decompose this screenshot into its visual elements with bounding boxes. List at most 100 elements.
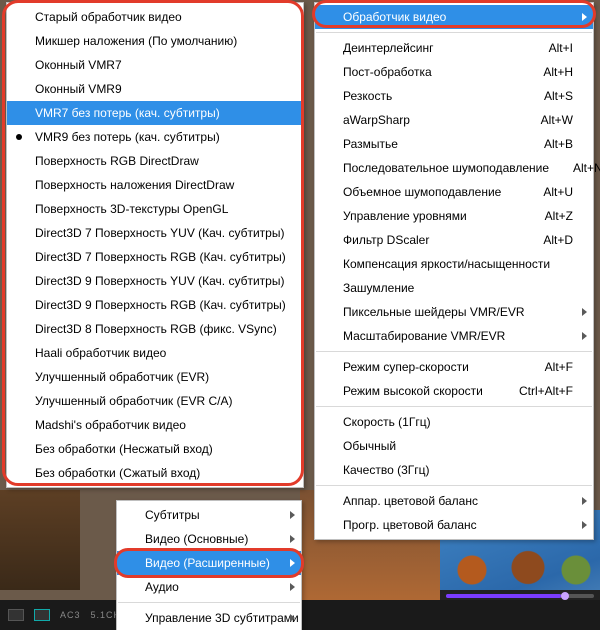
submenu-arrow-icon (290, 614, 295, 622)
menu-item-label: Режим высокой скорости (343, 384, 483, 398)
submenu-arrow-icon (290, 583, 295, 591)
context-menu[interactable]: Субтитры Видео (Основные) Видео (Расширенн… (116, 500, 302, 630)
seek-bar[interactable] (446, 594, 594, 598)
screenshot-stage: AC3 5.1CH 01:59:48 Старый обработчик вид… (0, 0, 600, 630)
menu-shortcut: Alt+W (517, 113, 573, 127)
menu-item-label: Видео (Основные) (145, 532, 248, 546)
menu-item-label: Пост-обработка (343, 65, 432, 79)
seek-knob[interactable] (561, 592, 569, 600)
renderer-item[interactable]: Оконный VMR9 (7, 77, 303, 101)
renderer-item[interactable]: Старый обработчик видео (7, 5, 303, 29)
menu-item-label: Последовательное шумоподавление (343, 161, 549, 175)
renderer-item[interactable]: Поверхность 3D-текстуры OpenGL (7, 197, 303, 221)
menu-item-label: Обработчик видео (343, 10, 446, 24)
renderer-item[interactable]: Direct3D 7 Поверхность YUV (Кач. субтитр… (7, 221, 303, 245)
renderer-item[interactable]: Поверхность RGB DirectDraw (7, 149, 303, 173)
advanced-item[interactable]: Зашумление (315, 276, 593, 300)
renderer-item[interactable]: Улучшенный обработчик (EVR) (7, 365, 303, 389)
menu-item-label: Поверхность наложения DirectDraw (35, 178, 234, 192)
context-item[interactable]: Видео (Основные) (117, 527, 301, 551)
menu-item-label: Direct3D 7 Поверхность RGB (Кач. субтитр… (35, 250, 286, 264)
advanced-item[interactable]: РазмытьеAlt+B (315, 132, 593, 156)
menu-item-label: Direct3D 9 Поверхность YUV (Кач. субтитр… (35, 274, 284, 288)
advanced-item[interactable]: Пиксельные шейдеры VMR/EVR (315, 300, 593, 324)
advanced-item[interactable]: aWarpSharp Alt+W (315, 108, 593, 132)
submenu-arrow-icon (582, 521, 587, 529)
menu-item-label: Видео (Расширенные) (145, 556, 270, 570)
radio-dot-icon (16, 134, 22, 140)
renderer-item[interactable]: Madshi's обработчик видео (7, 413, 303, 437)
menu-shortcut: Alt+D (519, 233, 573, 247)
renderer-item[interactable]: Микшер наложения (По умолчанию) (7, 29, 303, 53)
renderer-item[interactable]: Direct3D 8 Поверхность RGB (фикс. VSync) (7, 317, 303, 341)
advanced-item[interactable]: Аппар. цветовой баланс (315, 489, 593, 513)
menu-item-label: Прогр. цветовой баланс (343, 518, 477, 532)
seek-fill (446, 594, 561, 598)
renderer-item[interactable]: Haali обработчик видео (7, 341, 303, 365)
renderer-item[interactable]: Direct3D 9 Поверхность YUV (Кач. субтитр… (7, 269, 303, 293)
menu-shortcut: Alt+N (549, 161, 600, 175)
renderer-item[interactable]: Оконный VMR7 (7, 53, 303, 77)
advanced-item[interactable]: Обработчик видео (315, 5, 593, 29)
advanced-item[interactable]: Прогр. цветовой баланс (315, 513, 593, 537)
renderer-item[interactable]: Direct3D 7 Поверхность RGB (Кач. субтитр… (7, 245, 303, 269)
menu-item-label: Скорость (1Ггц) (343, 415, 431, 429)
menu-shortcut: Alt+U (519, 185, 573, 199)
menu-item-label: aWarpSharp (343, 113, 410, 127)
advanced-item[interactable]: Пост-обработкаAlt+H (315, 60, 593, 84)
advanced-item[interactable]: Последовательное шумоподавлениеAlt+N (315, 156, 593, 180)
video-advanced-submenu[interactable]: Обработчик видеоДеинтерлейсингAlt+IПост-… (314, 2, 594, 540)
menu-item-label: Без обработки (Сжатый вход) (35, 466, 200, 480)
context-item[interactable]: Аудио (117, 575, 301, 599)
renderer-item[interactable]: Поверхность наложения DirectDraw (7, 173, 303, 197)
menu-item-label: Улучшенный обработчик (EVR) (35, 370, 209, 384)
menu-separator (118, 602, 300, 603)
menu-item-label: Объемное шумоподавление (343, 185, 501, 199)
menu-item-label: Масштабирование VMR/EVR (343, 329, 505, 343)
advanced-item[interactable]: Скорость (1Ггц) (315, 410, 593, 434)
menu-item-label: Зашумление (343, 281, 414, 295)
menu-item-label: Управление уровнями (343, 209, 467, 223)
advanced-item[interactable]: Качество (3Ггц) (315, 458, 593, 482)
menu-item-label: Обычный (343, 439, 396, 453)
advanced-item[interactable]: Управление уровнями Alt+Z (315, 204, 593, 228)
advanced-item[interactable]: Фильтр DScalerAlt+D (315, 228, 593, 252)
context-item[interactable]: Видео (Расширенные) (117, 551, 301, 575)
menu-separator (316, 32, 592, 33)
context-item[interactable]: Управление 3D субтитрами (117, 606, 301, 630)
renderer-item[interactable]: Без обработки (Сжатый вход) (7, 461, 303, 485)
advanced-item[interactable]: ДеинтерлейсингAlt+I (315, 36, 593, 60)
renderer-submenu[interactable]: Старый обработчик видео Микшер наложения … (6, 2, 304, 488)
menu-item-label: Direct3D 9 Поверхность RGB (Кач. субтитр… (35, 298, 286, 312)
menu-item-label: Микшер наложения (По умолчанию) (35, 34, 237, 48)
menu-item-label: VMR7 без потерь (кач. субтитры) (35, 106, 220, 120)
menu-item-label: Деинтерлейсинг (343, 41, 434, 55)
advanced-item[interactable]: Компенсация яркости/насыщенности (315, 252, 593, 276)
menu-item-label: Управление 3D субтитрами (145, 611, 299, 625)
advanced-item[interactable]: Обычный (315, 434, 593, 458)
menu-item-label: Размытье (343, 137, 398, 151)
advanced-item[interactable]: Режим высокой скоростиCtrl+Alt+F (315, 379, 593, 403)
renderer-item[interactable]: Улучшенный обработчик (EVR C/A) (7, 389, 303, 413)
status-box-icon (8, 609, 24, 621)
renderer-item[interactable]: VMR7 без потерь (кач. субтитры) (7, 101, 303, 125)
menu-item-label: Оконный VMR7 (35, 58, 122, 72)
context-item[interactable]: Субтитры (117, 503, 301, 527)
advanced-item[interactable]: Масштабирование VMR/EVR (315, 324, 593, 348)
renderer-item[interactable]: Без обработки (Несжатый вход) (7, 437, 303, 461)
menu-item-label: Режим супер-скорости (343, 360, 469, 374)
menu-item-label: Madshi's обработчик видео (35, 418, 186, 432)
renderer-item[interactable]: VMR9 без потерь (кач. субтитры) (7, 125, 303, 149)
advanced-item[interactable]: Объемное шумоподавление Alt+U (315, 180, 593, 204)
menu-item-label: Direct3D 7 Поверхность YUV (Кач. субтитр… (35, 226, 284, 240)
advanced-item[interactable]: РезкостьAlt+S (315, 84, 593, 108)
submenu-arrow-icon (582, 497, 587, 505)
renderer-item[interactable]: Direct3D 9 Поверхность RGB (Кач. субтитр… (7, 293, 303, 317)
menu-item-label: Резкость (343, 89, 392, 103)
advanced-item[interactable]: Режим супер-скорости Alt+F (315, 355, 593, 379)
menu-item-label: Аудио (145, 580, 179, 594)
menu-shortcut: Alt+F (521, 360, 573, 374)
submenu-arrow-icon (290, 559, 295, 567)
submenu-arrow-icon (582, 308, 587, 316)
menu-shortcut: Alt+Z (521, 209, 573, 223)
